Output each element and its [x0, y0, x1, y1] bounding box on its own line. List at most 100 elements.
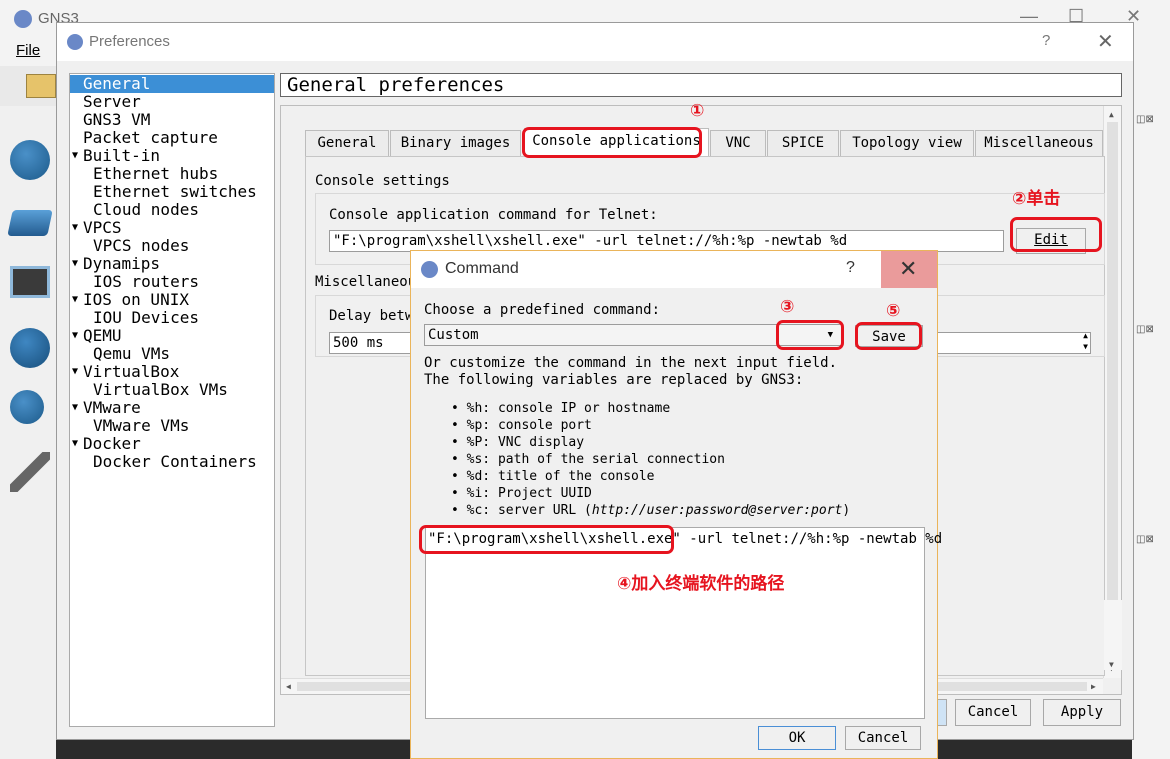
tree-item-qemu-vms[interactable]: Qemu VMs [93, 345, 170, 363]
ok-button[interactable]: OK [758, 726, 836, 750]
bullet-icon: • [451, 435, 467, 450]
end-device-icon[interactable] [10, 266, 50, 298]
tab-vnc[interactable]: VNC [710, 130, 766, 157]
tree-item-server[interactable]: Server [83, 93, 141, 111]
tree-item-ethernet-switches[interactable]: Ethernet switches [93, 183, 257, 201]
tree-item-virtualbox-vms[interactable]: VirtualBox VMs [93, 381, 228, 399]
scroll-right-icon[interactable]: ▶ [1091, 682, 1096, 691]
tree-item-ios-on-unix[interactable]: IOS on UNIX [83, 291, 189, 309]
dock-float-icon[interactable]: ◫⊠ [1136, 534, 1166, 546]
tree-item-ethernet-hubs[interactable]: Ethernet hubs [93, 165, 218, 183]
bullet-icon: • [451, 418, 467, 433]
apply-button[interactable]: Apply [1043, 699, 1121, 726]
all-devices-icon[interactable] [10, 390, 44, 424]
tree-item-docker[interactable]: Docker [83, 435, 141, 453]
tab-spice[interactable]: SPICE [767, 130, 839, 157]
router-icon[interactable] [10, 140, 50, 180]
command-titlebar: Command ? ✕ [411, 251, 937, 288]
tree-item-vpcs[interactable]: VPCS [83, 219, 122, 237]
tree-item-packet-capture[interactable]: Packet capture [83, 129, 218, 147]
page-title: General preferences [280, 73, 1122, 97]
tree-item-gns3-vm[interactable]: GNS3 VM [83, 111, 150, 129]
server-url-prefix: %c: server URL ( [466, 503, 592, 518]
annotation-step5: ⑤ [886, 301, 901, 321]
switch-icon[interactable] [7, 210, 53, 236]
tab-binary-images[interactable]: Binary images [390, 130, 521, 157]
help-icon[interactable]: ? [846, 259, 855, 277]
annotation-box-command-path [419, 525, 674, 554]
tab-miscellaneous[interactable]: Miscellaneous [975, 130, 1103, 157]
close-icon[interactable]: ✕ [899, 256, 917, 282]
server-url-example: http://user:password@server:port [591, 503, 843, 518]
scroll-left-icon[interactable]: ◀ [286, 682, 291, 691]
gns3-app-icon [67, 34, 83, 50]
dock-panel-right: ◫⊠ ◫⊠ ◫⊠ [1132, 66, 1170, 759]
variable-text: %d: title of the console [466, 469, 655, 484]
annotation-step3: ③ [780, 297, 795, 317]
dock-float-icon[interactable]: ◫⊠ [1136, 324, 1166, 336]
tree-item-cloud-nodes[interactable]: Cloud nodes [93, 201, 199, 219]
cancel-button[interactable]: Cancel [845, 726, 921, 750]
annotation-box-dropdown [776, 320, 844, 350]
menu-file[interactable]: File [16, 42, 40, 59]
customize-text-2: The following variables are replaced by … [424, 372, 804, 388]
command-input[interactable]: "F:\program\xshell\xshell.exe" -url teln… [425, 527, 942, 719]
tree-item-iou-devices[interactable]: IOU Devices [93, 309, 199, 327]
command-args-text: -url telnet://%h:%p -newtab %d [680, 531, 943, 547]
tree-item-docker-containers[interactable]: Docker Containers [93, 453, 257, 471]
annotation-step2: ②单击 [1012, 189, 1061, 209]
expand-arrow-icon[interactable]: ▼ [72, 330, 78, 341]
spin-down-icon[interactable]: ▼ [1083, 341, 1088, 353]
scroll-up-icon[interactable]: ▲ [1109, 110, 1114, 119]
tree-item-built-in[interactable]: Built-in [83, 147, 160, 165]
open-project-icon[interactable] [26, 74, 56, 98]
variable-item: • %h: console IP or hostname [451, 400, 670, 417]
bullet-icon: • [451, 486, 467, 501]
scroll-down-icon[interactable]: ▼ [1109, 660, 1114, 669]
expand-arrow-icon[interactable]: ▼ [72, 438, 78, 449]
variable-text: %h: console IP or hostname [466, 401, 671, 416]
expand-arrow-icon[interactable]: ▼ [72, 150, 78, 161]
tab-topology-view[interactable]: Topology view [840, 130, 974, 157]
expand-arrow-icon[interactable]: ▼ [72, 402, 78, 413]
variable-item: • %s: path of the serial connection [451, 451, 725, 468]
tree-item-vmware-vms[interactable]: VMware VMs [93, 417, 189, 435]
telnet-command-label: Console application command for Telnet: [329, 207, 658, 223]
vertical-scrollbar[interactable]: ▲ ▼ [1103, 106, 1121, 678]
variable-text: %s: path of the serial connection [466, 452, 725, 467]
tree-item-ios-routers[interactable]: IOS routers [93, 273, 199, 291]
variable-text: %i: Project UUID [466, 486, 592, 501]
tab-general[interactable]: General [305, 130, 389, 157]
tree-item-general[interactable]: General [70, 75, 274, 93]
help-icon[interactable]: ? [1042, 32, 1050, 49]
bullet-icon: • [451, 452, 467, 467]
gns3-app-icon [14, 10, 32, 28]
annotation-step4: ④加入终端软件的路径 [617, 574, 785, 594]
cancel-button[interactable]: Cancel [955, 699, 1031, 726]
tree-item-virtualbox[interactable]: VirtualBox [83, 363, 179, 381]
security-device-icon[interactable] [10, 328, 50, 368]
tree-item-vmware[interactable]: VMware [83, 399, 141, 417]
preferences-titlebar: Preferences ? ✕ [57, 23, 1133, 61]
add-link-icon[interactable] [10, 452, 50, 492]
preferences-tree: General Server GNS3 VM Packet capture Built-… [69, 73, 275, 727]
scrollbar-thumb[interactable] [1107, 122, 1118, 632]
device-toolbar [0, 106, 56, 759]
bullet-icon: • [451, 401, 467, 416]
command-title: Command [445, 260, 519, 277]
close-icon[interactable]: ✕ [1097, 29, 1114, 54]
variable-item: • %P: VNC display [451, 434, 584, 451]
ok-button-partial[interactable] [937, 699, 947, 726]
tree-item-qemu[interactable]: QEMU [83, 327, 122, 345]
expand-arrow-icon[interactable]: ▼ [72, 294, 78, 305]
tree-item-dynamips[interactable]: Dynamips [83, 255, 160, 273]
preferences-title: Preferences [89, 33, 170, 50]
expand-arrow-icon[interactable]: ▼ [72, 366, 78, 377]
tree-item-vpcs-nodes[interactable]: VPCS nodes [93, 237, 189, 255]
telnet-command-field[interactable]: "F:\program\xshell\xshell.exe" -url teln… [329, 230, 1004, 252]
variable-item: • %i: Project UUID [451, 485, 592, 502]
dock-float-icon[interactable]: ◫⊠ [1136, 114, 1166, 126]
expand-arrow-icon[interactable]: ▼ [72, 258, 78, 269]
scrollbar-segment[interactable]: ▼ [1104, 600, 1122, 670]
expand-arrow-icon[interactable]: ▼ [72, 222, 78, 233]
